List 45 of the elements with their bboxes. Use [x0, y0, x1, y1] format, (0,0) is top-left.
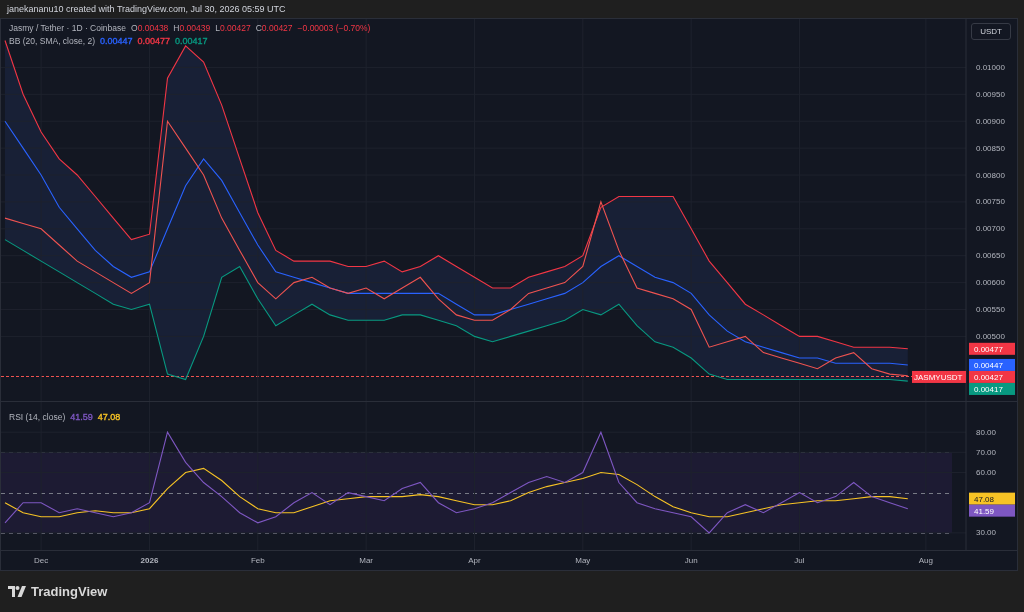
axis-price-label: 0.01000	[976, 62, 1005, 72]
axis-price-label: 0.00750	[976, 197, 1005, 207]
ohlc-value: O0.00438	[131, 23, 169, 33]
axis-price-label: 70.00	[976, 447, 997, 457]
axis-price-label: 0.00550	[976, 305, 1005, 315]
chart-credit-text: janekananu10 created with TradingView.com, Jul 30, 2026 05:59 UTC	[7, 4, 286, 14]
symbol-title: Jasmy / Tether · 1D · Coinbase	[9, 23, 126, 33]
indicator-value: 0.00417	[175, 36, 208, 46]
axis-price-label: 0.00900	[976, 116, 1005, 126]
indicator-name: BB (20, SMA, close, 2)	[9, 36, 95, 46]
indicator-value: 47.08	[97, 412, 121, 422]
brand-name: TradingView	[31, 583, 108, 599]
axis-price-label: 0.00950	[976, 89, 1005, 99]
price-badge: 0.00477	[969, 342, 1015, 355]
axis-price-label: 0.00800	[976, 170, 1005, 180]
indicator-value: 41.59	[70, 412, 93, 422]
time-axis-label: May	[575, 556, 591, 565]
logo-icon	[8, 585, 26, 597]
ohlc-value: C0.00427	[255, 23, 293, 33]
symbol-tag: JASMYUSDT	[912, 370, 966, 383]
price-badge: 0.00447	[969, 358, 1015, 371]
axis-price-label: 60.00	[976, 468, 997, 477]
time-axis-label: Jun	[684, 556, 698, 565]
axis-price-label: 0.00650	[976, 251, 1005, 261]
price-badge: 47.08	[969, 492, 1015, 505]
currency-button[interactable]: USDT	[971, 23, 1011, 40]
indicator-value: 0.00477	[137, 36, 171, 46]
axis-price-label: 0.00500	[976, 331, 1005, 341]
time-axis-label: Feb	[250, 556, 265, 565]
axis-price-label: 0.00600	[976, 278, 1005, 288]
time-axis-label: Jul	[794, 556, 805, 565]
time-axis-label: Apr	[468, 556, 481, 565]
indicator-value: 0.00447	[100, 36, 133, 46]
axis-price-label: 80.00	[976, 427, 997, 437]
axis-price-label: 30.00	[976, 528, 997, 538]
time-axis-label: Dec	[34, 556, 49, 565]
axis-price-label: 0.00700	[976, 224, 1005, 234]
time-axis-label: 2026	[140, 556, 159, 565]
ohlc-value: L0.00427	[215, 23, 251, 33]
axis-price-label: 0.00850	[976, 143, 1005, 153]
time-axis-label: Mar	[359, 556, 373, 565]
time-axis-label: Aug	[918, 556, 933, 565]
ohlc-value: H0.00439	[173, 23, 211, 33]
price-change: −0.00003 (−0.70%)	[297, 23, 371, 33]
indicator-name: RSI (14, close)	[9, 412, 66, 422]
